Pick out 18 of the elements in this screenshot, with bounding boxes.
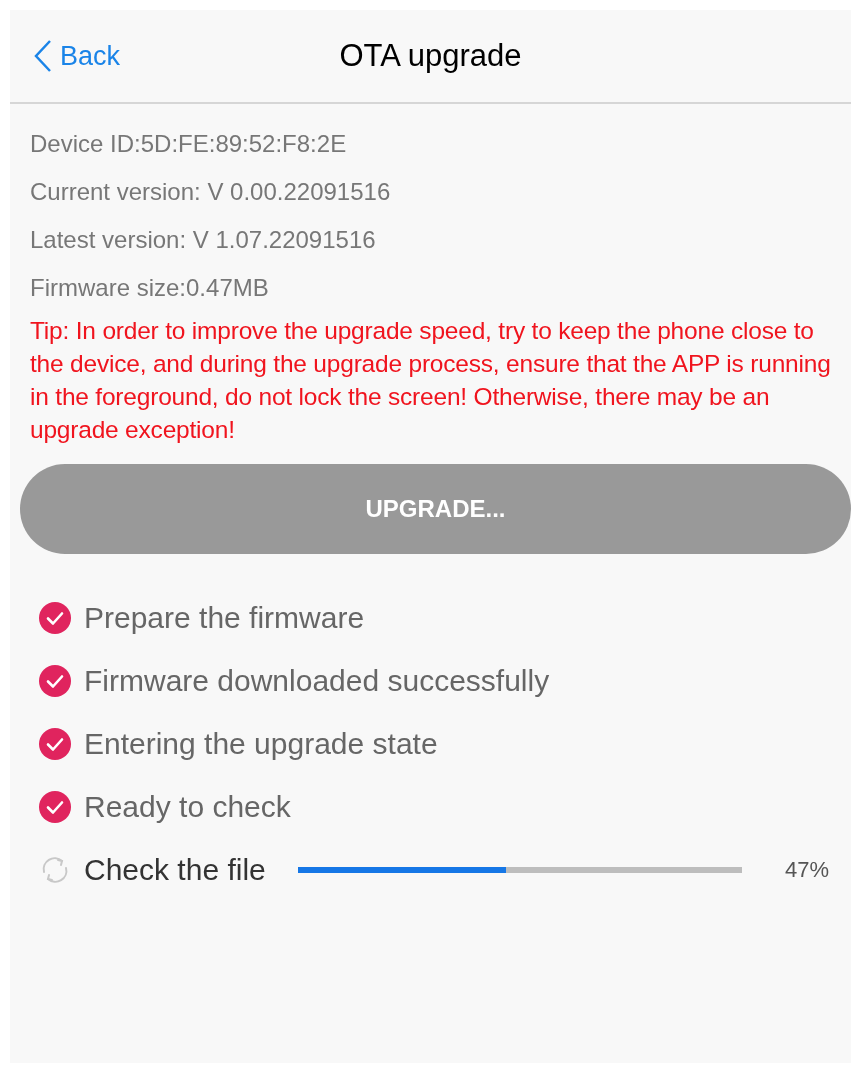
info-line: Current version: V 0.00.22091516 — [30, 177, 392, 207]
step-label: Check the file — [84, 852, 266, 888]
step-label: Prepare the firmware — [84, 600, 365, 636]
step-label: Ready to check — [84, 789, 291, 825]
check-circle-icon — [38, 600, 72, 635]
info-line: Device ID:5D:FE:89:52:F8:2E — [30, 129, 348, 159]
check-circle-icon — [38, 789, 72, 824]
step-label: Entering the upgrade state — [84, 726, 438, 762]
chevron-left-icon — [34, 39, 52, 73]
progress-percent: 47% — [784, 856, 829, 884]
check-circle-icon — [38, 726, 72, 761]
info-line: Latest version: V 1.07.22091516 — [30, 225, 377, 255]
check-circle-icon — [38, 663, 72, 698]
info-line: Firmware size:0.47MB — [30, 273, 270, 303]
back-button[interactable]: Back — [10, 35, 121, 77]
step-label: Firmware downloaded successfully — [84, 663, 550, 699]
page-title: OTA upgrade — [339, 36, 522, 75]
tip-text: Tip: In order to improve the upgrade speed, try to keep the phone close to the device, and during the upgrade process, ensure that the APP is running in the foreground, do not lock the screen! Otherwise, there may be an upgrade exception! — [30, 316, 831, 445]
